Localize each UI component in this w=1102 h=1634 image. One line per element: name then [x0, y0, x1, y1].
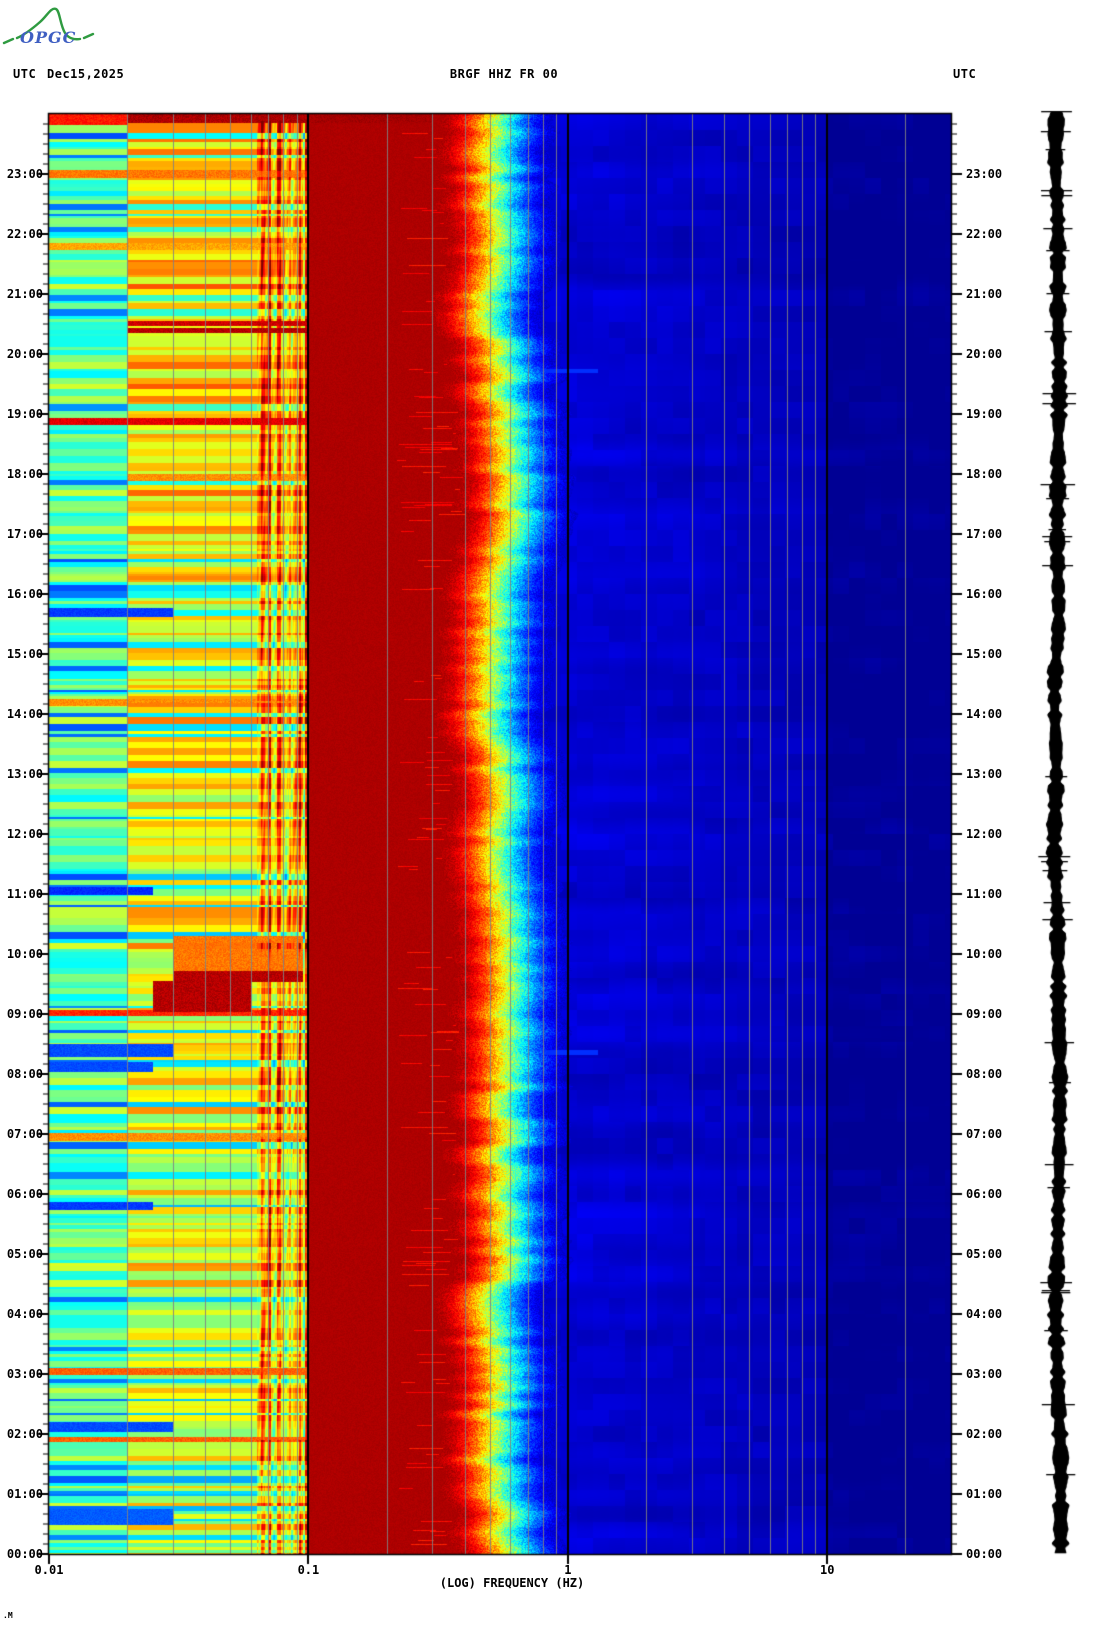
right-hour-label: 22:00 — [966, 227, 1003, 241]
x-tick-label: 1 — [564, 1563, 572, 1577]
x-tick-label: 0.1 — [297, 1563, 320, 1577]
spectrogram-page: OPGC UTC Dec15,2025 BRGF HHZ FR 00 UTC 2… — [0, 0, 1102, 1634]
left-hour-label: 20:00 — [6, 347, 43, 361]
right-hour-label: 23:00 — [966, 167, 1003, 181]
left-hour-label: 02:00 — [6, 1427, 43, 1441]
left-hour-label: 13:00 — [6, 767, 43, 781]
right-hour-label: 07:00 — [966, 1127, 1003, 1141]
left-hour-label: 11:00 — [6, 887, 43, 901]
left-hour-label: 09:00 — [6, 1007, 43, 1021]
left-hour-label: 06:00 — [6, 1187, 43, 1201]
right-hour-label: 17:00 — [966, 527, 1003, 541]
right-hour-label: 05:00 — [966, 1247, 1003, 1261]
right-hour-label: 10:00 — [966, 947, 1003, 961]
right-hour-label: 03:00 — [966, 1367, 1003, 1381]
left-hour-label: 18:00 — [6, 467, 43, 481]
left-hour-label: 14:00 — [6, 707, 43, 721]
left-hour-label: 10:00 — [6, 947, 43, 961]
right-hour-label: 04:00 — [966, 1307, 1003, 1321]
right-hour-label: 18:00 — [966, 467, 1003, 481]
right-hour-label: 16:00 — [966, 587, 1003, 601]
right-hour-label: 02:00 — [966, 1427, 1003, 1441]
right-hour-label: 20:00 — [966, 347, 1003, 361]
x-tick-label: 0.01 — [34, 1563, 64, 1577]
left-hour-label: 23:00 — [6, 167, 43, 181]
left-hour-label: 05:00 — [6, 1247, 43, 1261]
left-hour-label: 08:00 — [6, 1067, 43, 1081]
corner-mark: .M — [3, 1611, 13, 1620]
x-tick-label: 10 — [819, 1563, 835, 1577]
left-hour-label: 12:00 — [6, 827, 43, 841]
left-hour-label: 07:00 — [6, 1127, 43, 1141]
right-hour-label: 01:00 — [966, 1487, 1003, 1501]
left-hour-label: 22:00 — [6, 227, 43, 241]
right-hour-label: 12:00 — [966, 827, 1003, 841]
left-hour-label: 04:00 — [6, 1307, 43, 1321]
left-hour-label: 17:00 — [6, 527, 43, 541]
x-axis-label: (LOG) FREQUENCY (HZ) — [439, 1576, 585, 1590]
right-hour-label: 13:00 — [966, 767, 1003, 781]
left-hour-label: 15:00 — [6, 647, 43, 661]
left-hour-label: 03:00 — [6, 1367, 43, 1381]
right-hour-label: 09:00 — [966, 1007, 1003, 1021]
right-hour-label: 21:00 — [966, 287, 1003, 301]
right-hour-label: 06:00 — [966, 1187, 1003, 1201]
right-hour-label: 08:00 — [966, 1067, 1003, 1081]
left-hour-label: 19:00 — [6, 407, 43, 421]
right-hour-label: 19:00 — [966, 407, 1003, 421]
left-hour-label: 01:00 — [6, 1487, 43, 1501]
left-hour-label: 16:00 — [6, 587, 43, 601]
spectrogram-canvas — [0, 0, 1102, 1634]
left-hour-label: 21:00 — [6, 287, 43, 301]
left-hour-label: 00:00 — [6, 1547, 43, 1561]
right-hour-label: 00:00 — [966, 1547, 1003, 1561]
right-hour-label: 14:00 — [966, 707, 1003, 721]
right-hour-label: 15:00 — [966, 647, 1003, 661]
right-hour-label: 11:00 — [966, 887, 1003, 901]
